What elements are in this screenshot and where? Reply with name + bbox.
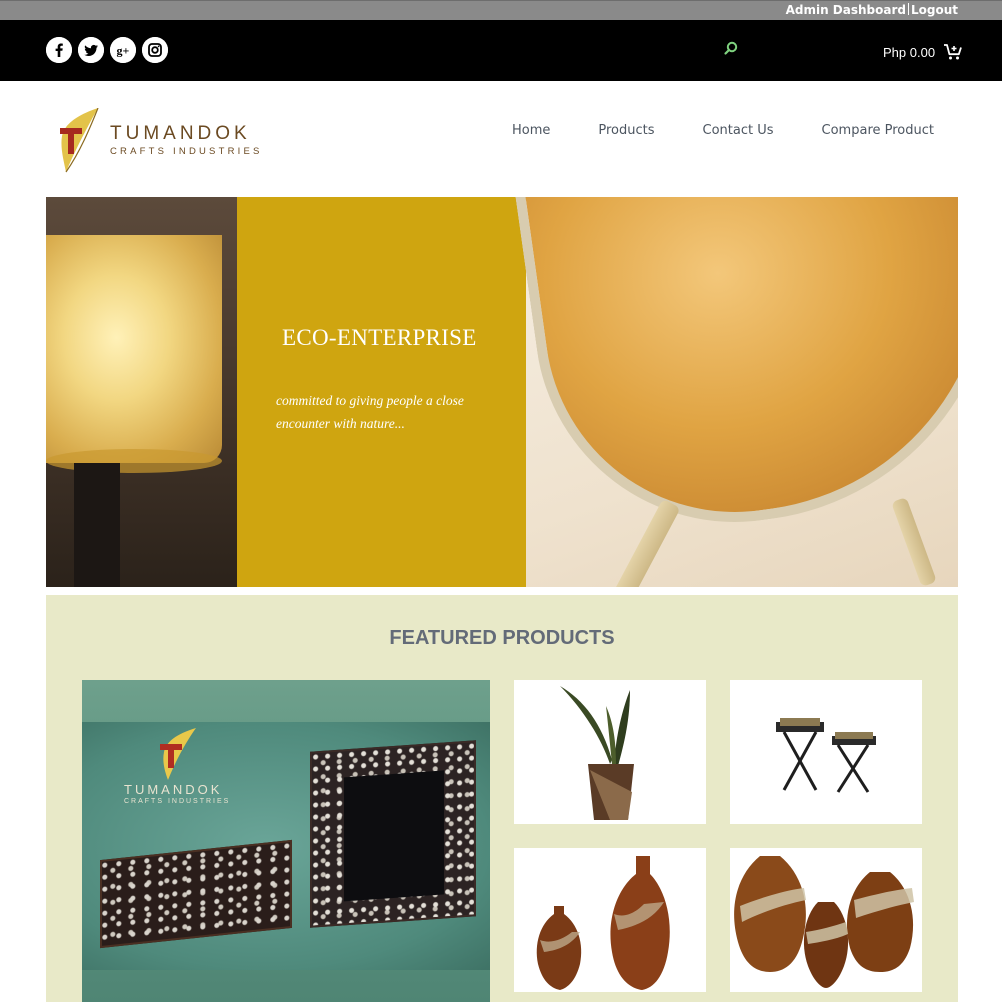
- mini-brand-name: TUMANDOK: [124, 782, 223, 797]
- search-icon[interactable]: [722, 40, 740, 58]
- googleplus-icon[interactable]: g+: [110, 37, 136, 63]
- nav-home[interactable]: Home: [512, 123, 550, 138]
- mini-brand-tagline: CRAFTS INDUSTRIES: [124, 798, 231, 805]
- featured-product-large[interactable]: TUMANDOK CRAFTS INDUSTRIES: [82, 680, 490, 1002]
- social-links: g+: [46, 37, 168, 63]
- hero-banner[interactable]: ECO-ENTERPRISE committed to giving peopl…: [46, 197, 958, 587]
- round-vases-image: [734, 856, 914, 988]
- logo-brand-tagline: CRAFTS INDUSTRIES: [110, 146, 263, 157]
- logo-emblem-icon: [60, 108, 99, 173]
- nav-compare-product[interactable]: Compare Product: [822, 123, 934, 138]
- mini-logo-emblem-icon: [160, 728, 196, 780]
- folding-tables-image: [776, 718, 876, 793]
- top-bar: g+ Php 0.00: [0, 20, 1002, 81]
- twitter-icon[interactable]: [78, 37, 104, 63]
- cart-summary[interactable]: Php 0.00: [883, 42, 963, 62]
- admin-links: Admin Dashboard Logout: [786, 3, 958, 17]
- hero-chair-image: [511, 197, 958, 587]
- svg-text:g+: g+: [117, 44, 130, 58]
- logout-link[interactable]: Logout: [911, 3, 958, 17]
- featured-product-tables[interactable]: [730, 680, 922, 824]
- featured-product-vases-tall[interactable]: [514, 848, 706, 992]
- hero-title: ECO-ENTERPRISE: [282, 325, 477, 350]
- product-frame-image: [310, 740, 476, 928]
- logo-text: TUMANDOK CRAFTS INDUSTRIES: [110, 123, 263, 159]
- cart-icon: [944, 44, 962, 60]
- nav-products[interactable]: Products: [598, 123, 654, 138]
- main-nav: Home Products Contact Us Compare Product: [512, 123, 934, 138]
- admin-link-separator: [907, 3, 909, 15]
- hero-text-panel: ECO-ENTERPRISE committed to giving peopl…: [237, 197, 526, 587]
- nav-contact-us[interactable]: Contact Us: [703, 123, 774, 138]
- featured-product-plant[interactable]: [514, 680, 706, 824]
- instagram-icon[interactable]: [142, 37, 168, 63]
- plant-pot-image: [560, 686, 634, 820]
- admin-bar: Admin Dashboard Logout: [0, 0, 1002, 20]
- admin-dashboard-link[interactable]: Admin Dashboard: [786, 3, 906, 17]
- featured-products-section: FEATURED PRODUCTS TUMANDOK CRAFTS INDUST…: [46, 595, 958, 1002]
- tall-vases-image: [536, 856, 670, 990]
- featured-title: FEATURED PRODUCTS: [389, 627, 615, 649]
- hero-subtitle: committed to giving people a close encou…: [276, 393, 464, 431]
- site-logo[interactable]: TUMANDOK CRAFTS INDUSTRIES: [58, 108, 278, 174]
- hero-lamp-image: [46, 197, 237, 587]
- featured-product-vases-round[interactable]: [730, 848, 922, 992]
- logo-brand-name: TUMANDOK: [110, 123, 251, 144]
- facebook-icon[interactable]: [46, 37, 72, 63]
- cart-total: Php 0.00: [883, 44, 936, 60]
